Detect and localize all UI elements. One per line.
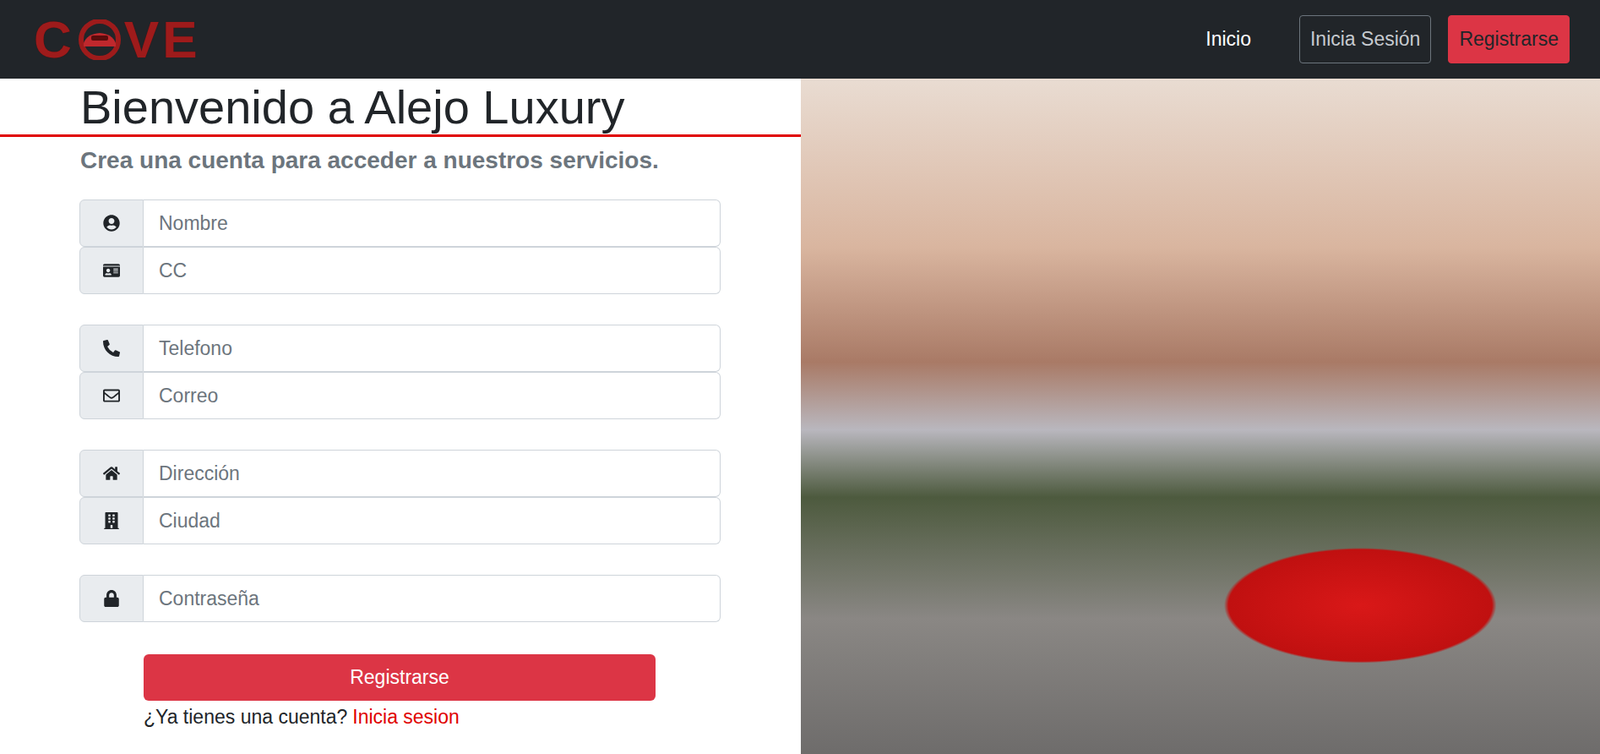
building-icon	[103, 511, 120, 529]
house-icon	[103, 464, 120, 482]
text-input[interactable]	[143, 496, 721, 545]
input-row	[79, 246, 721, 294]
input-row	[79, 449, 721, 497]
input-addon	[79, 449, 144, 497]
field-group	[79, 449, 721, 545]
nav-link[interactable]: Inicia Sesión	[1299, 15, 1432, 64]
field-group	[79, 574, 721, 622]
text-input[interactable]	[143, 449, 721, 497]
subtitle: Crea una cuenta para acceder a nuestros …	[80, 146, 801, 175]
register-button[interactable]: Registrarse	[143, 653, 656, 701]
logo[interactable]: CVE	[33, 13, 202, 66]
content: Bienvenido a Alejo Luxury Crea una cuenta…	[0, 78, 1600, 754]
phone-icon	[103, 339, 120, 357]
input-row	[79, 324, 721, 372]
input-addon	[79, 324, 144, 372]
text-input[interactable]	[143, 199, 721, 247]
envelope-icon	[103, 386, 120, 404]
input-addon	[79, 496, 144, 545]
text-input[interactable]	[143, 246, 721, 294]
heading-bar: Bienvenido a Alejo Luxury	[0, 78, 801, 137]
field-group	[79, 199, 721, 294]
input-addon	[79, 371, 144, 420]
id-card-icon	[103, 261, 120, 279]
nav-links: Inicio Inicia Sesión Registrarse	[1194, 15, 1570, 64]
text-input[interactable]	[143, 324, 721, 372]
register-form	[79, 199, 721, 622]
input-addon	[79, 574, 144, 622]
input-row	[79, 199, 721, 247]
navbar: CVE Inicio Inicia Sesión Registrarse	[0, 0, 1600, 79]
text-input[interactable]	[143, 371, 721, 420]
input-row	[79, 371, 721, 420]
nav-link[interactable]: Registrarse	[1447, 15, 1570, 64]
user-icon	[103, 214, 120, 232]
input-row	[79, 574, 721, 622]
input-addon	[79, 199, 144, 247]
register-panel: Bienvenido a Alejo Luxury Crea una cuenta…	[0, 78, 801, 754]
login-prompt: ¿Ya tienes una cuenta?Inicia sesion	[143, 705, 801, 729]
login-link[interactable]: Inicia sesion	[352, 705, 460, 728]
nav-link[interactable]: Inicio	[1194, 15, 1263, 64]
page: CVEInicioInicia SesiónRegistrarseBienven…	[0, 0, 1600, 754]
lock-icon	[103, 589, 120, 607]
car-logo-icon	[75, 19, 125, 60]
input-row	[79, 496, 721, 545]
car-photo	[800, 78, 1600, 754]
text-input[interactable]	[143, 574, 721, 622]
input-addon	[79, 246, 144, 294]
heading: Bienvenido a Alejo Luxury	[80, 81, 801, 133]
field-group	[79, 324, 721, 420]
